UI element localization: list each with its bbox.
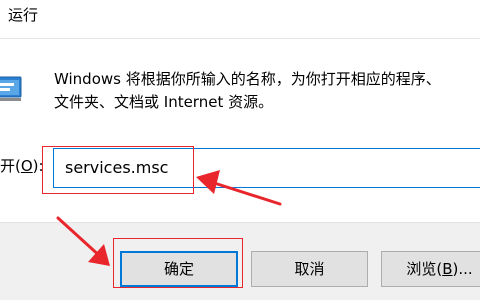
description-line-2: 文件夹、文档或 Internet 资源。 <box>54 93 274 111</box>
open-label: 开(O): <box>0 156 44 176</box>
title-bar[interactable]: 运行 <box>0 0 480 39</box>
browse-button[interactable]: 浏览(B)... <box>381 251 480 287</box>
run-dialog: 运行 Windows 将根据你所输入的名称，为你打开相应的程序、 文件夹、文档或… <box>0 0 480 300</box>
input-highlight-box <box>42 146 194 194</box>
browse-button-prefix: 浏览( <box>406 260 443 278</box>
open-label-key: O <box>20 157 33 175</box>
ok-highlight-box <box>113 238 243 288</box>
cancel-button[interactable]: 取消 <box>251 251 368 287</box>
run-dialog-icon <box>0 76 22 101</box>
browse-button-key: B <box>442 260 453 278</box>
description-line-1: Windows 将根据你所输入的名称，为你打开相应的程序、 <box>54 70 441 88</box>
open-label-prefix: 开( <box>0 157 21 175</box>
window-title: 运行 <box>8 6 39 24</box>
cancel-button-label: 取消 <box>294 260 325 278</box>
description: Windows 将根据你所输入的名称，为你打开相应的程序、 文件夹、文档或 In… <box>54 68 480 114</box>
browse-button-suffix: )... <box>452 260 473 278</box>
